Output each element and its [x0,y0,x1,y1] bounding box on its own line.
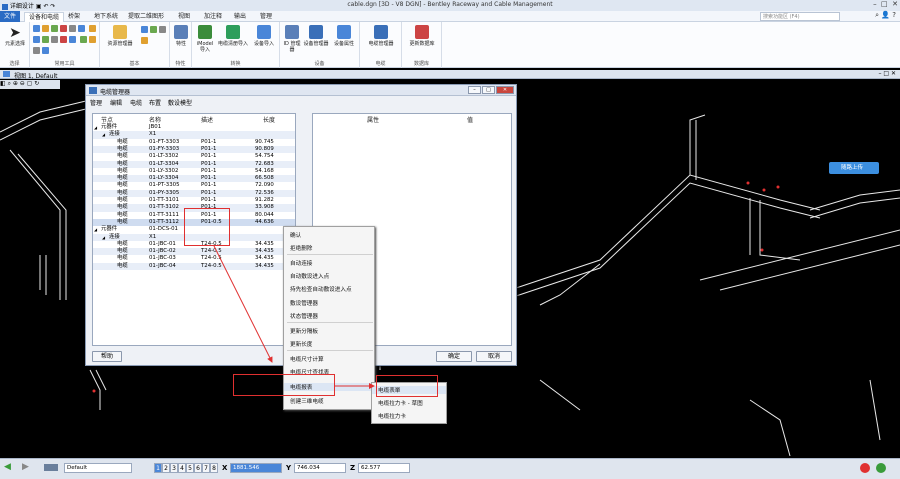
view-8-button[interactable]: 8 [210,463,218,473]
status-bar: ◀ ▶ Default 1 2 3 4 5 6 7 8 X 1881.546 Y… [0,458,900,479]
level-selector[interactable]: Default [64,463,132,473]
view-6-button[interactable]: 6 [194,463,202,473]
z-coordinate-field[interactable]: 62.577 [358,463,410,473]
level-icon [44,464,58,471]
x-label: X [222,464,228,472]
annotation-arrows [213,245,375,389]
forward-icon[interactable]: ▶ [22,462,29,472]
view-1-button[interactable]: 1 [154,463,162,473]
view-5-button[interactable]: 5 [186,463,194,473]
sync-indicator-icon[interactable] [876,463,886,473]
x-coordinate-field[interactable]: 1881.546 [230,463,282,473]
view-3-button[interactable]: 3 [170,463,178,473]
view-7-button[interactable]: 7 [202,463,210,473]
view-4-button[interactable]: 4 [178,463,186,473]
view-2-button[interactable]: 2 [162,463,170,473]
y-label: Y [286,464,292,472]
z-label: Z [350,464,356,472]
back-icon[interactable]: ◀ [4,462,11,472]
status-indicator-icon[interactable] [860,463,870,473]
y-coordinate-field[interactable]: 746.034 [294,463,346,473]
